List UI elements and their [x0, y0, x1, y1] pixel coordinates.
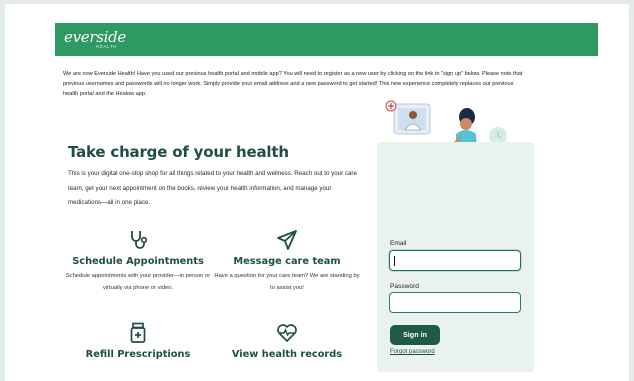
feature-message-care-team: Message care team Have a question for yo… [212, 228, 362, 294]
notice-text: We are now Everside Health! Have you use… [63, 71, 523, 97]
feature-schedule-appointments: Schedule Appointments Schedule appointme… [63, 228, 213, 294]
password-field[interactable] [389, 292, 521, 313]
header-bar: everside HEALTH [55, 23, 598, 56]
intro-text: This is your digital one-stop shop for a… [68, 170, 357, 206]
feature-refill-prescriptions: Refill Prescriptions [63, 321, 213, 360]
feature-title: Message care team [233, 256, 341, 267]
stethoscope-icon [131, 231, 148, 249]
feature-title: Refill Prescriptions [85, 349, 191, 360]
sign-in-button[interactable]: Sign in [390, 325, 440, 345]
email-field[interactable] [389, 250, 521, 271]
feature-title: View health records [231, 349, 343, 360]
feature-title: Schedule Appointments [72, 256, 204, 267]
forgot-password-link[interactable]: Forgot password [390, 349, 435, 355]
email-label: Email [390, 240, 407, 247]
page-title: Take charge of your health [68, 143, 289, 161]
feature-description: Schedule appointments with your provider… [65, 273, 211, 291]
password-label: Password [390, 283, 419, 290]
feature-view-health-records: View health records [212, 321, 362, 360]
pill-bottle-icon [130, 322, 146, 343]
logo-subtitle: HEALTH [96, 44, 118, 49]
feature-description: Have a question for your care team? We a… [214, 273, 360, 291]
paper-plane-icon [277, 230, 297, 250]
heart-pulse-icon [277, 324, 297, 342]
text-caret [394, 256, 395, 266]
